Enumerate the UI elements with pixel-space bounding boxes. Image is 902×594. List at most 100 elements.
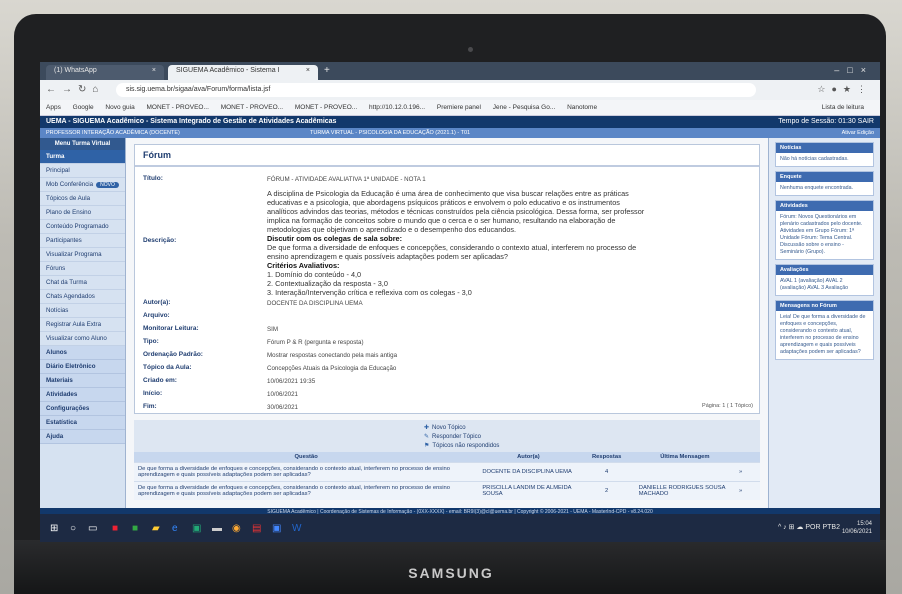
close-icon[interactable]: ×: [306, 67, 310, 74]
label-fim: Fim:: [143, 403, 157, 410]
excel-icon[interactable]: ▣: [192, 523, 201, 534]
new-topic-button[interactable]: ✚ Novo Tópico: [424, 424, 466, 431]
reply-topic-button[interactable]: ✎ Responder Tópico: [424, 433, 481, 440]
session-timer[interactable]: Tempo de Sessão: 01:30 SAIR: [778, 118, 874, 125]
col-questao: Questão: [134, 452, 479, 463]
criteria-item: 3. Interação/Intervenção crítica e refle…: [267, 288, 472, 297]
sidebar-item-aula-extra[interactable]: Registrar Aula Extra: [40, 318, 125, 332]
box-body[interactable]: AVAL 1 (avaliação) AVAL 2 (avaliação) AV…: [776, 275, 873, 295]
sidebar-item-ver-aluno[interactable]: Visualizar como Aluno: [40, 332, 125, 346]
sidebar-group-diario[interactable]: Diário Eletrônico: [40, 360, 125, 374]
bookmark-item[interactable]: MONET - PROVEO...: [295, 104, 357, 111]
sidebar-item-chat[interactable]: Chat da Turma: [40, 276, 125, 290]
box-title: Avaliações: [776, 265, 873, 275]
sidebar-group-configuracoes[interactable]: Configurações: [40, 402, 125, 416]
value-criado: 10/06/2021 19:35: [267, 378, 316, 385]
sidebar: Menu Turma Virtual Turma Principal Mob C…: [40, 138, 126, 514]
criteria-title: Critérios Avaliativos:: [267, 261, 340, 270]
tab-whatsapp[interactable]: (1) WhatsApp ×: [46, 65, 164, 80]
bookmark-item[interactable]: Jene - Pesquisa Go...: [493, 104, 556, 111]
value-autor: DOCENTE DA DISCIPLINA UEMA: [267, 300, 363, 307]
system-header: UEMA - SIGUEMA Acadêmico - Sistema Integ…: [40, 116, 880, 128]
value-ordenacao: Mostrar respostas conectando pela mais a…: [267, 352, 398, 359]
sidebar-item-principal[interactable]: Principal: [40, 164, 125, 178]
sidebar-item-conferencia[interactable]: Mob Conferência NOVO: [40, 178, 125, 192]
window-controls[interactable]: –□×: [834, 65, 874, 75]
sidebar-item-chats-agendados[interactable]: Chats Agendados: [40, 290, 125, 304]
bookmark-item[interactable]: Apps: [46, 104, 61, 111]
box-body[interactable]: Leia! De que forma a diversidade de enfo…: [776, 311, 873, 359]
cell-question[interactable]: De que forma a diversidade de enfoques e…: [134, 462, 479, 482]
edge-icon[interactable]: e: [172, 523, 178, 534]
box-body[interactable]: Fórum: Novos Questionários em plenário c…: [776, 211, 873, 259]
app-icon[interactable]: ▣: [272, 523, 281, 534]
sidebar-item-foruns[interactable]: Fóruns: [40, 262, 125, 276]
value-leitura: SIM: [267, 326, 279, 333]
language-indicator[interactable]: POR PTB2: [805, 524, 840, 531]
system-subheader: PROFESSOR INTERAÇÃO ACADÊMICA (DOCENTE) …: [40, 128, 880, 138]
bookmark-item[interactable]: Google: [73, 104, 94, 111]
sidebar-item-topicos[interactable]: Tópicos de Aula: [40, 192, 125, 206]
system-tray[interactable]: ^ ♪ ⊞ ☁ POR PTB2: [778, 523, 840, 531]
table-row[interactable]: De que forma a diversidade de enfoques e…: [134, 481, 760, 500]
tab-siguema[interactable]: SIGUEMA Acadêmico - Sistema I ×: [168, 65, 318, 80]
task-view-icon[interactable]: ▭: [88, 523, 97, 534]
bookmark-item[interactable]: Novo guia: [105, 104, 134, 111]
cell-question[interactable]: De que forma a diversidade de enfoques e…: [134, 481, 479, 500]
sidebar-group-atividades[interactable]: Atividades: [40, 388, 125, 402]
sidebar-group-estatistica[interactable]: Estatística: [40, 416, 125, 430]
label-criado: Criado em:: [143, 377, 177, 384]
unanswered-topics-button[interactable]: ⚑ Tópicos não respondidos: [424, 442, 499, 449]
cell-replies: 4: [578, 462, 635, 482]
pdf-icon[interactable]: ▤: [252, 523, 261, 534]
activities-box: Atividades Fórum: Novos Questionários em…: [775, 200, 874, 260]
table-row[interactable]: De que forma a diversidade de enfoques e…: [134, 462, 760, 482]
sidebar-item-conteudo[interactable]: Conteúdo Programado: [40, 220, 125, 234]
sidebar-item-noticias[interactable]: Notícias: [40, 304, 125, 318]
page-body: Menu Turma Virtual Turma Principal Mob C…: [40, 138, 880, 514]
sidebar-group-ajuda[interactable]: Ajuda: [40, 430, 125, 444]
extension-icons[interactable]: ☆●★⋮: [817, 84, 872, 95]
sidebar-item-participantes[interactable]: Participantes: [40, 234, 125, 248]
forum-messages-box: Mensagens no Fórum Leia! De que forma a …: [775, 300, 874, 360]
clock[interactable]: 15:04 10/06/2021: [842, 520, 872, 536]
sidebar-group-alunos[interactable]: Alunos: [40, 346, 125, 360]
bookmark-item[interactable]: Premiere panel: [437, 104, 481, 111]
label-inicio: Início:: [143, 390, 163, 397]
chrome-icon[interactable]: ◉: [232, 523, 241, 534]
sidebar-group-materiais[interactable]: Materiais: [40, 374, 125, 388]
course-select[interactable]: TURMA VIRTUAL - PSICOLOGIA DA EDUCAÇÃO (…: [310, 130, 470, 136]
bookmark-item[interactable]: Nanotome: [567, 104, 597, 111]
sidebar-item-programa[interactable]: Visualizar Programa: [40, 248, 125, 262]
app-icon[interactable]: ■: [132, 523, 138, 534]
bookmark-item[interactable]: http://10.12.0.196...: [369, 104, 425, 111]
app-icon[interactable]: ■: [112, 523, 118, 534]
user-role: PROFESSOR INTERAÇÃO ACADÊMICA (DOCENTE): [46, 130, 180, 136]
nav-icons[interactable]: ←→↻⌂: [46, 84, 104, 95]
cell-author: DOCENTE DA DISCIPLINA UEMA: [478, 462, 579, 482]
edit-toggle[interactable]: Ativar Edição: [842, 130, 874, 136]
app-icon[interactable]: ▬: [212, 523, 222, 534]
bookmark-item[interactable]: MONET - PROVEO...: [221, 104, 283, 111]
reading-list[interactable]: Lista de leitura: [822, 104, 864, 111]
open-topic-icon[interactable]: »: [734, 481, 760, 500]
cell-replies: 2: [578, 481, 635, 500]
url-input[interactable]: sis.sig.uema.br/sigaa/ava/Forum/forma/li…: [116, 83, 756, 97]
sidebar-item-turma[interactable]: Turma: [40, 150, 125, 164]
box-title: Mensagens no Fórum: [776, 301, 873, 311]
folder-icon[interactable]: ▰: [152, 523, 160, 534]
sidebar-item-plano[interactable]: Plano de Ensino: [40, 206, 125, 220]
page-title: Fórum: [135, 145, 759, 167]
new-tab-icon[interactable]: +: [324, 65, 330, 76]
bookmark-item[interactable]: MONET - PROVEO...: [147, 104, 209, 111]
add-icon: ✚: [424, 425, 430, 431]
windows-start-icon[interactable]: ⊞: [50, 523, 58, 534]
search-icon[interactable]: ○: [70, 523, 76, 534]
close-icon[interactable]: ×: [152, 67, 156, 74]
value-fim: 30/06/2021: [267, 404, 298, 411]
label-ordenacao: Ordenação Padrão:: [143, 351, 203, 358]
word-icon[interactable]: W: [292, 523, 301, 534]
forum-panel: Fórum Título: FÓRUM - ATIVIDADE AVALIATI…: [134, 144, 760, 414]
action-label: Responder Tópico: [432, 434, 481, 440]
open-topic-icon[interactable]: »: [734, 462, 760, 482]
